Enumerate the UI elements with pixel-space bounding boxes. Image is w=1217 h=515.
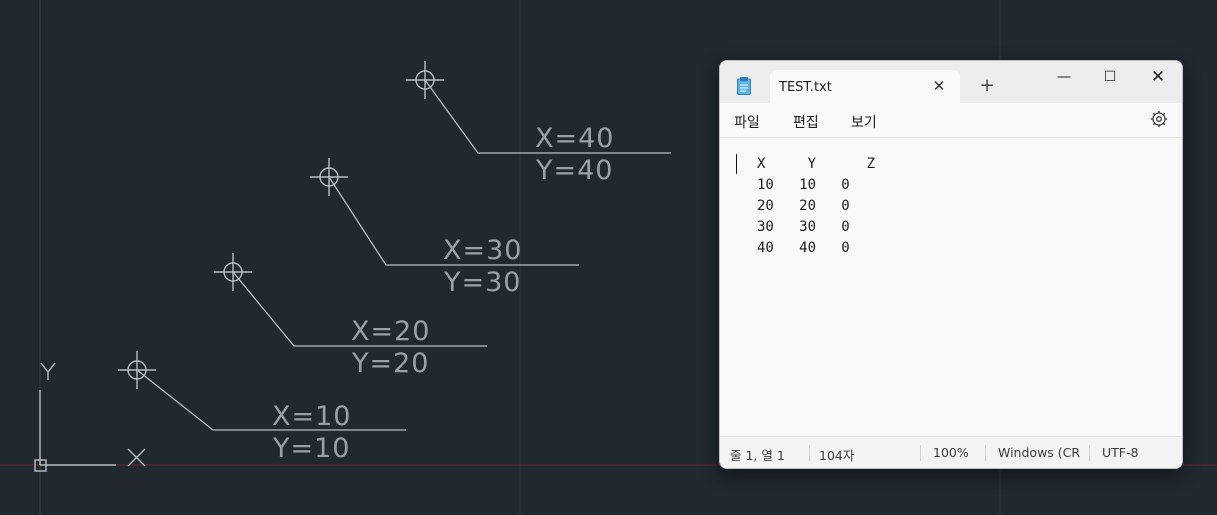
close-button[interactable]: ✕ (1144, 65, 1172, 89)
settings-gear-icon[interactable] (1149, 109, 1169, 129)
menu-file[interactable]: 파일 (734, 112, 760, 132)
ucs-y-letter-icon (40, 362, 56, 380)
status-separator (920, 445, 921, 461)
notepad-app-icon (737, 77, 751, 95)
status-char-count: 104자 (819, 448, 855, 463)
status-separator (985, 445, 986, 461)
text-line: 30 30 0 (757, 219, 850, 235)
label-x-10: X=10 (272, 401, 351, 432)
status-zoom[interactable]: 100% (933, 445, 969, 460)
notepad-window[interactable]: TEST.txt ✕ + — ☐ ✕ 파일 편집 보기 X Y Z 10 10 … (719, 60, 1183, 469)
text-line: X Y Z (757, 156, 876, 172)
menu-view[interactable]: 보기 (851, 112, 877, 132)
label-y-20: Y=20 (351, 348, 429, 379)
menu-bar: 파일 편집 보기 (720, 103, 1182, 138)
label-x-40: X=40 (535, 123, 614, 154)
label-x-30: X=30 (443, 235, 522, 266)
status-separator (809, 445, 810, 461)
status-bar: 줄 1, 열 1 104자 100% Windows (CRLF) UTF-8 (720, 436, 1182, 468)
status-line-ending[interactable]: Windows (CRLF) (998, 445, 1081, 460)
new-tab-button[interactable]: + (976, 75, 998, 97)
ucs-icon (34, 390, 116, 472)
label-y-30: Y=30 (443, 267, 521, 298)
text-line: 10 10 0 (757, 177, 850, 193)
ucs-x-letter-icon (127, 448, 146, 467)
text-caret (736, 154, 737, 174)
text-line: 20 20 0 (757, 198, 850, 214)
tab-test-txt[interactable]: TEST.txt ✕ (770, 70, 960, 103)
menu-edit[interactable]: 편집 (793, 112, 819, 132)
label-y-40: Y=40 (535, 155, 613, 186)
text-editor-area[interactable]: X Y Z 10 10 0 20 20 0 30 30 0 40 40 0 (720, 138, 1182, 436)
label-x-20: X=20 (351, 316, 430, 347)
minimize-button[interactable]: — (1050, 65, 1078, 89)
maximize-button[interactable]: ☐ (1096, 65, 1124, 89)
status-encoding[interactable]: UTF-8 (1102, 445, 1138, 460)
status-separator (1089, 445, 1090, 461)
notepad-titlebar[interactable]: TEST.txt ✕ + — ☐ ✕ (720, 61, 1182, 103)
label-y-10: Y=10 (272, 433, 350, 464)
text-line: 40 40 0 (757, 240, 850, 256)
tab-close-icon[interactable]: ✕ (928, 75, 950, 97)
tab-title: TEST.txt (779, 80, 832, 95)
status-cursor-position: 줄 1, 열 1 (730, 448, 785, 463)
